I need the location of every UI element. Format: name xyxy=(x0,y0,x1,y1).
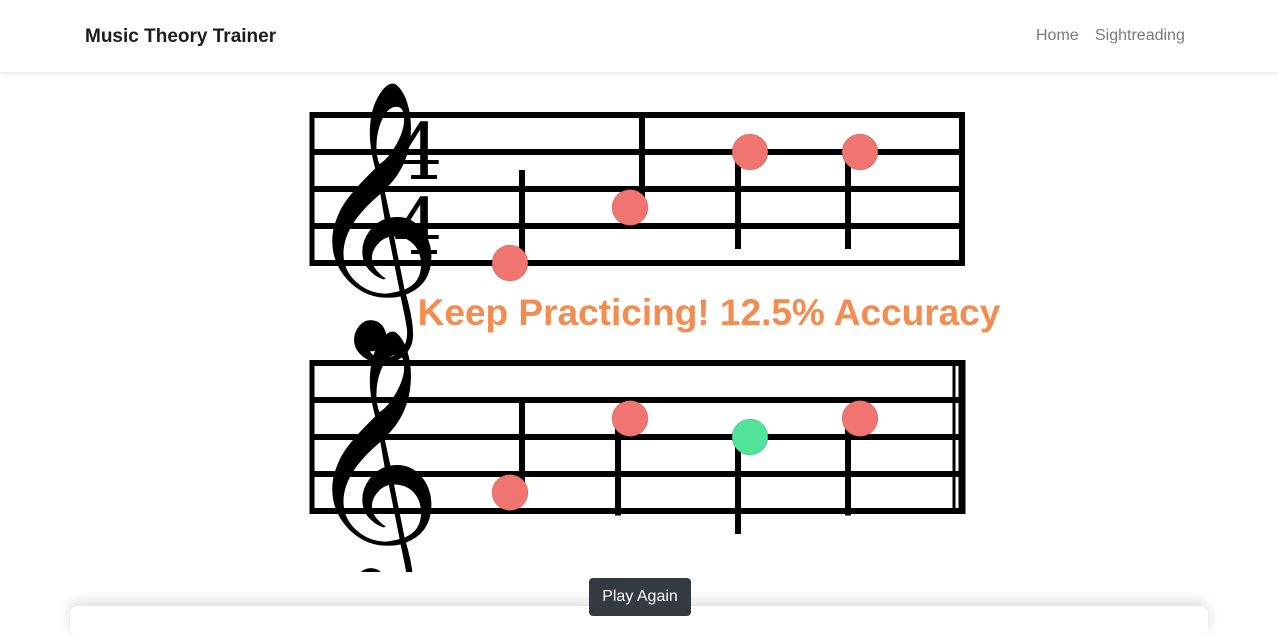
note-incorrect xyxy=(491,474,529,511)
brand-title[interactable]: Music Theory Trainer xyxy=(85,26,276,48)
play-again-button[interactable]: Play Again xyxy=(589,578,691,616)
time-signature-bottom: 4 xyxy=(393,183,443,273)
nav-link-sightreading[interactable]: Sightreading xyxy=(1095,27,1185,45)
nav-link-home[interactable]: Home xyxy=(1036,27,1079,45)
note-incorrect xyxy=(841,133,879,171)
note-incorrect xyxy=(841,400,879,437)
note-incorrect xyxy=(611,400,649,437)
accuracy-message: Keep Practicing! 12.5% Accuracy xyxy=(417,292,1001,333)
note-incorrect xyxy=(731,133,769,171)
navbar: Music Theory Trainer Home Sightreading xyxy=(0,0,1278,72)
note-correct xyxy=(731,418,769,456)
treble-clef-icon: 𝄞 xyxy=(304,326,443,572)
note-incorrect xyxy=(611,189,649,226)
note-incorrect xyxy=(491,244,529,282)
